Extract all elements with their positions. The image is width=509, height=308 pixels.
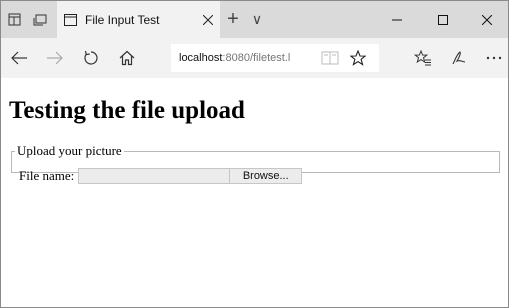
file-name-label: File name: — [19, 168, 75, 183]
tab-list-button[interactable]: ∨ — [246, 1, 268, 38]
favorite-star-icon[interactable] — [343, 44, 373, 72]
new-tab-button[interactable]: + — [220, 1, 246, 38]
active-tab[interactable]: File Input Test — [57, 1, 220, 38]
more-icon[interactable] — [476, 38, 509, 78]
url-host: localhost — [179, 52, 223, 64]
close-icon[interactable] — [196, 8, 220, 32]
minimize-icon[interactable] — [374, 1, 420, 38]
back-icon[interactable] — [1, 38, 37, 78]
forward-icon[interactable] — [37, 38, 73, 78]
file-path-field[interactable] — [78, 168, 231, 184]
tab-preview-icon[interactable] — [27, 1, 53, 38]
upload-legend: Upload your picture — [17, 143, 122, 158]
close-window-icon[interactable] — [466, 1, 508, 38]
refresh-icon[interactable] — [73, 38, 109, 78]
browser-window: File Input Test + ∨ localhost:8080/file… — [0, 0, 509, 308]
file-input-row: File name: Browse... — [19, 168, 303, 184]
reading-view-icon[interactable] — [315, 44, 345, 72]
favorites-hub-icon[interactable] — [405, 38, 441, 78]
tab-title: File Input Test — [85, 12, 160, 27]
home-icon[interactable] — [109, 38, 145, 78]
maximize-icon[interactable] — [420, 1, 466, 38]
url-path: :8080/filetest.l — [222, 52, 291, 64]
title-bar: File Input Test + ∨ — [1, 1, 508, 38]
navigation-bar: localhost:8080/filetest.l — [1, 38, 508, 78]
upload-fieldset: Upload your picture File name: Browse... — [11, 143, 500, 184]
web-note-icon[interactable] — [441, 38, 477, 78]
page-icon — [63, 13, 77, 27]
window-controls — [374, 1, 508, 38]
page-heading: Testing the file upload — [9, 97, 245, 124]
browse-button[interactable]: Browse... — [230, 168, 303, 184]
page-content: Testing the file upload Upload your pict… — [1, 78, 508, 307]
set-tabs-aside-icon[interactable] — [1, 1, 27, 38]
